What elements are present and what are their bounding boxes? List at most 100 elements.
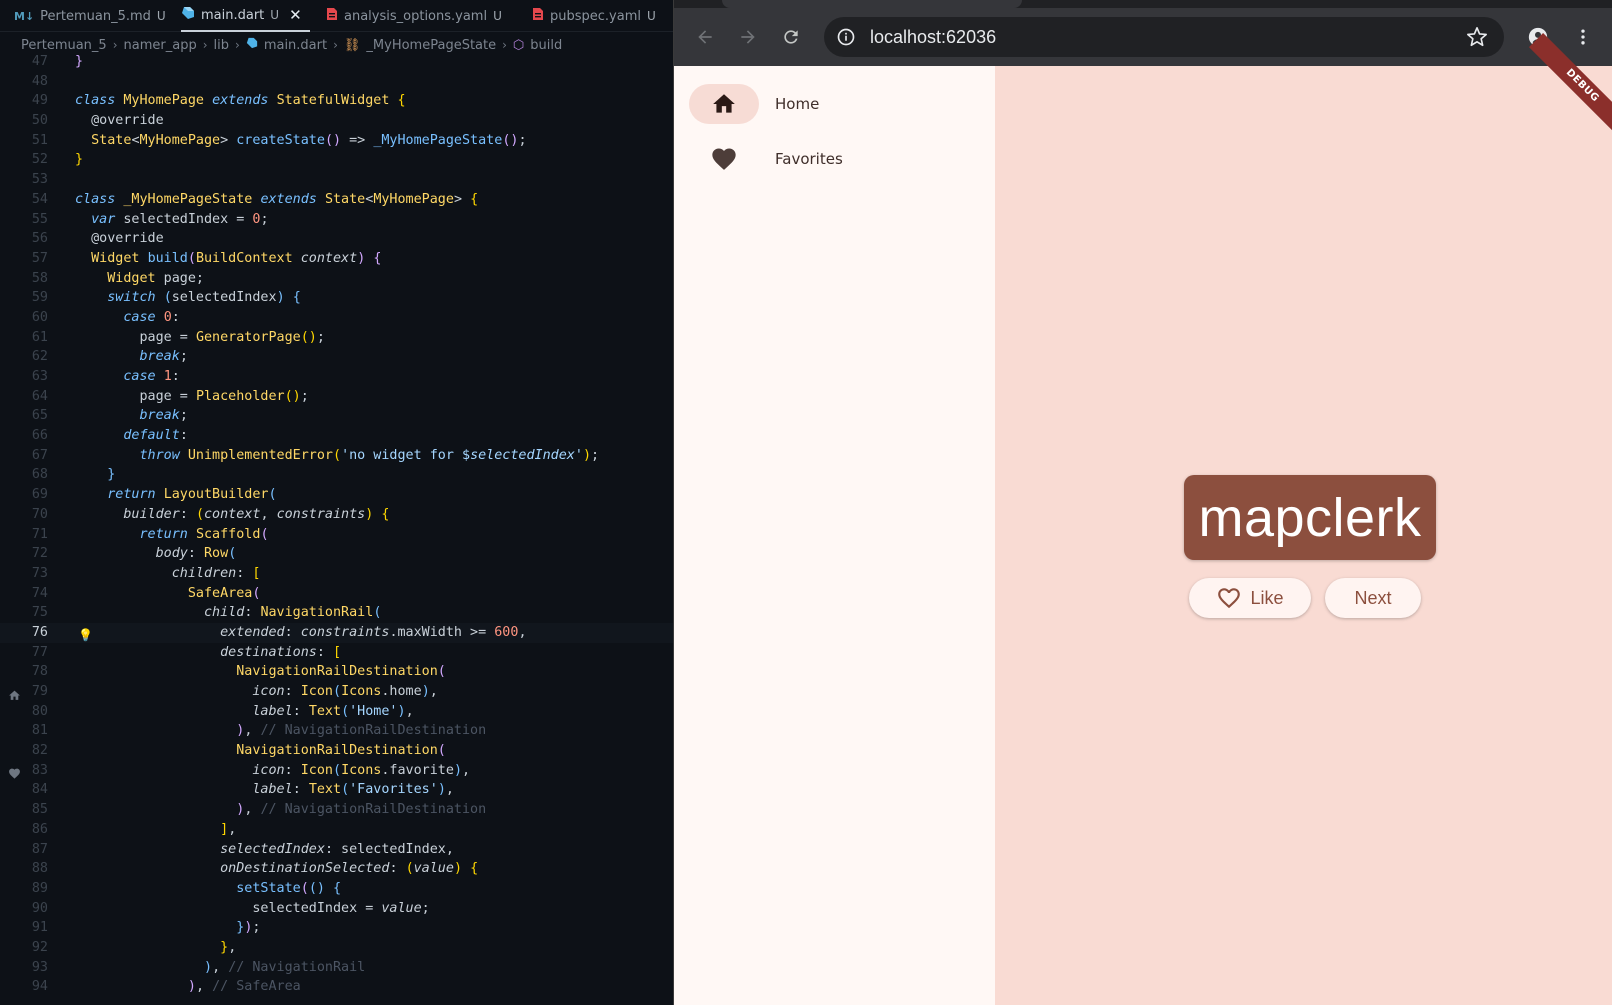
code-line: 80 label: Text('Home'), [31, 703, 414, 719]
tab-main-dart[interactable]: main.dart U ✕ [181, 0, 310, 32]
tab-label: main.dart [201, 7, 265, 23]
code-line: 85 ), // NavigationRailDestination [31, 802, 487, 818]
home-gutter-icon [8, 689, 20, 701]
chevron-right-icon: › [202, 38, 208, 52]
menu-button[interactable] [1566, 20, 1600, 54]
code-line: 54 class _MyHomePageState extends State<M… [31, 191, 479, 207]
code-line: 57 Widget build(BuildContext context) { [31, 250, 382, 266]
code-line: 88 onDestinationSelected: (value) { [31, 861, 479, 877]
rail-label-home: Home [775, 95, 820, 113]
code-line: 63 case 1: [31, 369, 180, 384]
code-line-current: 76 💡 extended: constraints.maxWidth >= 60… [0, 622, 673, 643]
code-line: 83 icon: Icon(Icons.favorite), [31, 762, 471, 778]
chevron-right-icon: › [112, 38, 118, 52]
forward-button[interactable] [731, 20, 765, 54]
code-line: 60 case 0: [31, 309, 180, 325]
rail-destination-favorites[interactable]: Favorites [689, 139, 843, 179]
close-tab-icon[interactable]: ✕ [289, 6, 302, 24]
code-line: 74 SafeArea( [31, 585, 261, 601]
code-line: 59 switch (selectedIndex) { [31, 290, 301, 306]
rail-icon-container [689, 139, 759, 179]
code-line: 67 throw UnimplementedError('no widget f… [31, 447, 600, 463]
next-button[interactable]: Next [1325, 578, 1421, 618]
code-line: 48 [31, 73, 48, 89]
like-button[interactable]: Like [1189, 578, 1311, 618]
breadcrumb-item[interactable]: main.dart [264, 38, 327, 53]
favorite-gutter-icon [8, 767, 20, 779]
code-line: 51 State<MyHomePage> createState() => _M… [31, 132, 527, 148]
method-symbol-icon: ⬡ [512, 37, 525, 53]
reload-button[interactable] [774, 20, 808, 54]
code-line: 73 children: [ [31, 565, 261, 581]
browser-tab-strip [674, 0, 1612, 8]
tab-label: analysis_options.yaml [344, 8, 488, 24]
site-info-icon[interactable] [834, 25, 858, 49]
code-line: 70 builder: (context, constraints) { [31, 506, 390, 522]
tab-pubspec-yaml[interactable]: pubspec.yaml U [532, 0, 656, 32]
tab-label: pubspec.yaml [550, 8, 641, 24]
dart-icon [181, 6, 195, 24]
code-line: 69 return LayoutBuilder( [31, 487, 277, 503]
code-line: 89 setState(() { [31, 880, 342, 896]
rail-label-favorites: Favorites [775, 150, 843, 168]
favorite-icon [712, 148, 736, 170]
code-line: 93 ), // NavigationRail [31, 959, 366, 975]
modified-indicator: U [156, 9, 166, 23]
breadcrumb-item[interactable]: Pertemuan_5 [21, 38, 107, 53]
url-text[interactable]: localhost:62036 [870, 27, 996, 48]
code-line: 65 break; [31, 408, 188, 424]
tab-analysis-options-yaml[interactable]: analysis_options.yaml U [326, 0, 502, 32]
code-line: 64 page = Placeholder(); [31, 388, 309, 404]
chevron-right-icon: › [502, 38, 507, 52]
code-line: 78 NavigationRailDestination( [31, 664, 446, 680]
modified-indicator: U [493, 9, 502, 23]
navigation-rail: Home Favorites [674, 66, 995, 1005]
code-line: 58 Widget page; [31, 270, 204, 286]
breadcrumb-item[interactable]: namer_app [124, 38, 197, 53]
favorite-border-icon [1218, 588, 1241, 609]
code-line: 87 selectedIndex: selectedIndex, [31, 841, 454, 857]
word-pair-text: mapclerk [1198, 487, 1422, 548]
code-line: 50 @override [31, 113, 164, 129]
rail-destination-home[interactable]: Home [689, 84, 819, 124]
code-line: 68 } [31, 467, 116, 483]
more-vertical-icon [1581, 29, 1585, 45]
breadcrumb-item[interactable]: lib [214, 38, 229, 53]
breadcrumb-item[interactable]: _MyHomePageState [366, 38, 496, 53]
rail-indicator [689, 84, 759, 124]
tab-pertemuan-5-md[interactable]: M↓ Pertemuan_5.md U [14, 0, 166, 32]
code-area[interactable]: 47} 48 49 class MyHomePage extends Statef… [0, 52, 673, 997]
chevron-right-icon: › [235, 38, 240, 52]
tab-label: Pertemuan_5.md [40, 8, 151, 24]
home-icon [713, 94, 735, 113]
code-line: 53 [31, 172, 48, 188]
code-line: 66 default: [31, 428, 188, 444]
code-line: 62 break; [31, 349, 188, 365]
code-line: 91 }); [31, 920, 261, 936]
code-line: 61 page = GeneratorPage(); [31, 329, 325, 345]
code-editor[interactable]: M↓ Pertemuan_5.md U main.dart U ✕ analys… [0, 0, 673, 1005]
bookmark-star-icon[interactable] [1466, 26, 1488, 48]
code-line: 81 ), // NavigationRailDestination [31, 723, 487, 739]
chevron-right-icon: › [333, 38, 338, 52]
code-line: 90 selectedIndex = value; [31, 900, 430, 916]
yaml-icon [326, 7, 338, 25]
code-line: 92 }, [31, 939, 237, 955]
editor-tab-bar: M↓ Pertemuan_5.md U main.dart U ✕ analys… [0, 0, 673, 32]
code-line: 72 body: Row( [31, 546, 237, 562]
generator-page: mapclerk Like Next [995, 66, 1612, 1005]
code-line: 47} [31, 54, 84, 69]
arrow-left-icon [698, 30, 712, 44]
class-symbol-icon: ⛓ [343, 37, 361, 53]
like-button-label: Like [1250, 587, 1284, 608]
word-pair-card: mapclerk [1184, 475, 1436, 560]
code-line: 79 icon: Icon(Icons.home), [31, 684, 438, 699]
address-bar[interactable]: localhost:62036 [824, 17, 1504, 57]
back-button[interactable] [688, 20, 722, 54]
browser-toolbar: localhost:62036 [674, 0, 1612, 66]
breadcrumb-item[interactable]: build [530, 38, 562, 53]
code-line: 82 NavigationRailDestination( [31, 743, 446, 759]
modified-indicator: U [646, 9, 656, 23]
browser-window: localhost:62036 Home Favorites mapclerk … [673, 0, 1612, 1005]
code-line: 77 destinations: [ [31, 644, 342, 660]
